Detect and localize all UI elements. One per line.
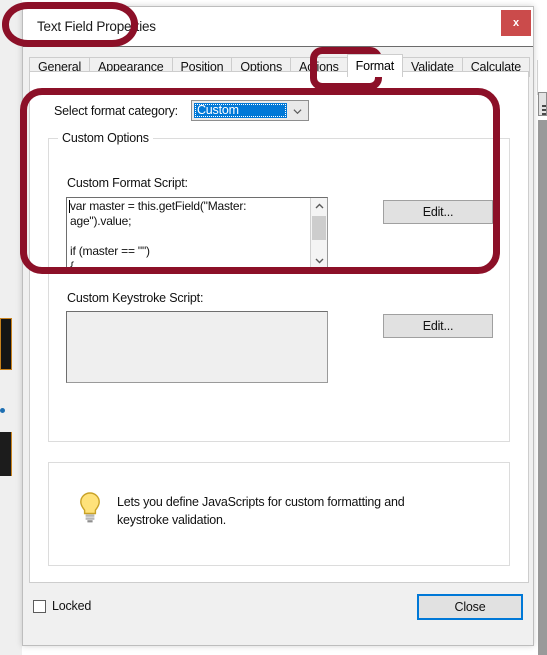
custom-format-script-box[interactable]: var master = this.getField("Master: age"… (66, 197, 328, 269)
format-script-scrollbar[interactable] (310, 198, 327, 268)
lightbulb-icon (80, 492, 100, 523)
locked-label: Locked (52, 599, 92, 613)
background-dot (0, 408, 5, 413)
dialog-title: Text Field Properties (37, 19, 156, 34)
close-button[interactable]: Close (417, 594, 523, 620)
text-field-properties-dialog: Text Field Properties x General Appearanc… (22, 6, 534, 646)
background-shape-bottom (0, 432, 12, 476)
format-category-row: Select format category: Custom (54, 100, 309, 121)
custom-keystroke-script-box[interactable] (66, 311, 328, 383)
format-category-select[interactable]: Custom (190, 100, 309, 121)
hint-panel: Lets you define JavaScripts for custom f… (48, 462, 510, 566)
scrollbar-thumb[interactable] (312, 216, 326, 240)
mini-card-line (542, 105, 546, 107)
custom-format-script-value: var master = this.getField("Master: age"… (70, 199, 247, 269)
tab-strip: General Appearance Position Options Actions F… (23, 47, 533, 77)
hint-text: Lets you define JavaScripts for custom f… (117, 495, 405, 527)
custom-options-group: Custom Options Custom Format Script: var… (48, 131, 510, 442)
dialog-titlebar: Text Field Properties x (23, 7, 533, 47)
screenshot-root: Text Field Properties x General Appearanc… (0, 0, 547, 655)
format-category-label: Select format category: (54, 103, 178, 118)
background-right-panel (537, 60, 547, 95)
custom-keystroke-script-label: Custom Keystroke Script: (67, 291, 204, 305)
tab-page-format: Select format category: Custom Custom Op… (29, 71, 529, 583)
scroll-up-icon[interactable] (311, 198, 327, 214)
edit-keystroke-script-button[interactable]: Edit... (383, 314, 493, 338)
tab-format[interactable]: Format (346, 54, 404, 77)
edit-format-script-button[interactable]: Edit... (383, 200, 493, 224)
custom-format-script-label: Custom Format Script: (67, 176, 188, 190)
mini-card-line (542, 113, 546, 115)
custom-options-legend: Custom Options (58, 131, 153, 145)
background-right-scrollbar[interactable] (538, 120, 547, 655)
chevron-down-icon (293, 109, 302, 115)
format-category-value: Custom (193, 103, 287, 118)
locked-checkbox-row[interactable]: Locked (33, 599, 91, 613)
scroll-down-icon[interactable] (311, 252, 327, 268)
background-shape-top (0, 318, 12, 370)
background-mini-card (538, 92, 547, 116)
close-icon[interactable]: x (501, 10, 531, 36)
mini-card-line (542, 109, 546, 111)
locked-checkbox[interactable] (33, 599, 46, 613)
